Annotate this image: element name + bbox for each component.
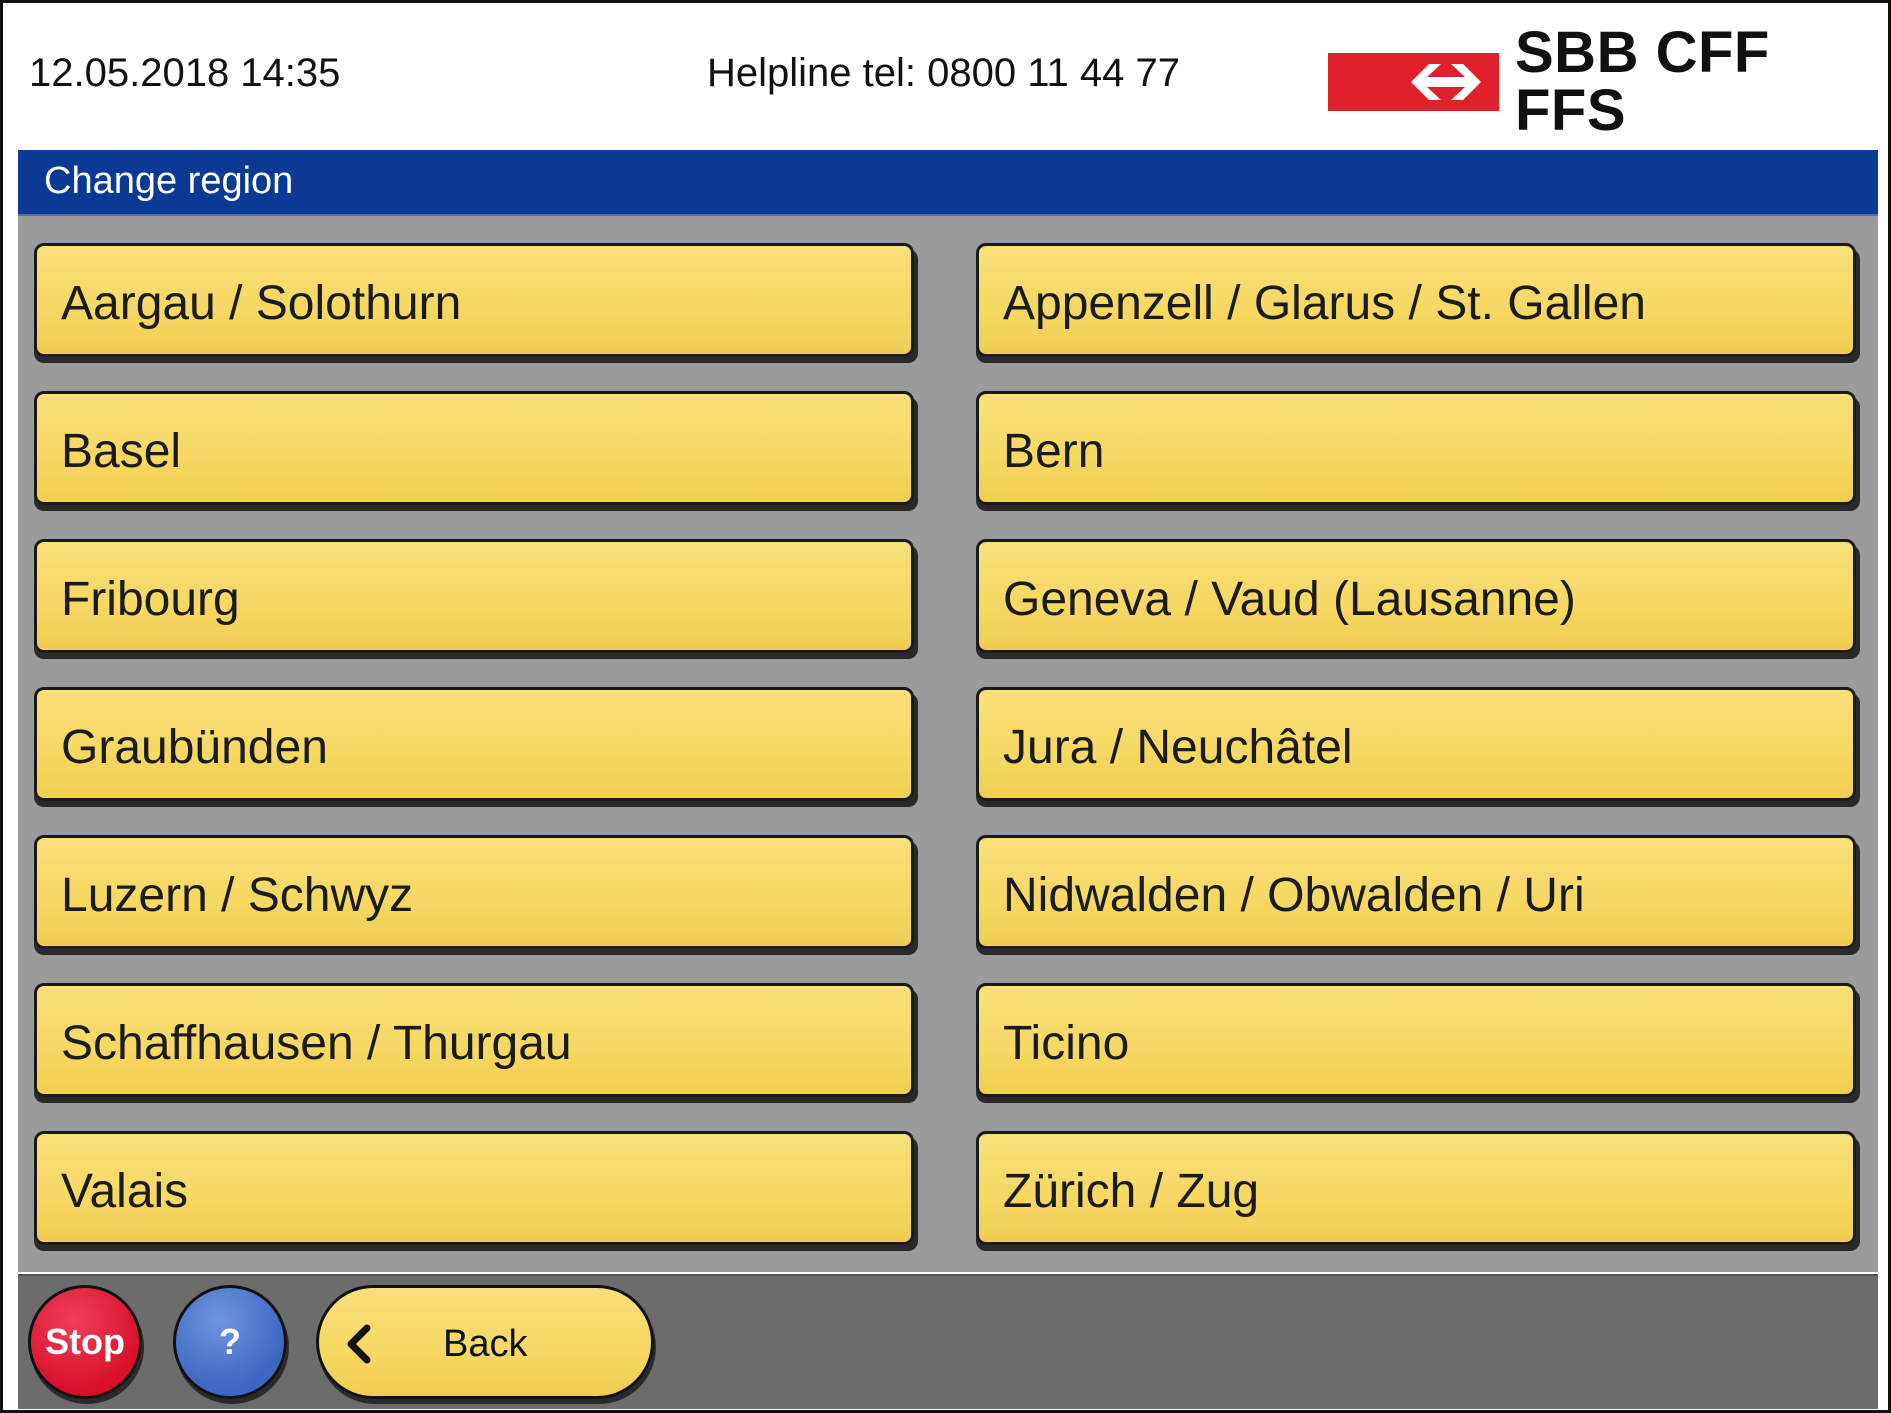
region-label: Appenzell / Glarus / St. Gallen <box>1003 277 1646 330</box>
region-button-appenzell-glarus-stgallen[interactable]: Appenzell / Glarus / St. Gallen <box>976 243 1856 357</box>
region-button-zuerich-zug[interactable]: Zürich / Zug <box>976 1131 1856 1245</box>
region-label: Valais <box>61 1165 189 1218</box>
region-button-basel[interactable]: Basel <box>34 391 914 505</box>
region-button-bern[interactable]: Bern <box>976 391 1856 505</box>
back-button[interactable]: Back <box>316 1285 654 1399</box>
region-button-jura-neuchatel[interactable]: Jura / Neuchâtel <box>976 687 1856 801</box>
datetime: 12.05.2018 14:35 <box>29 51 341 95</box>
back-label: Back <box>443 1323 528 1365</box>
stop-button[interactable]: Stop <box>28 1285 142 1399</box>
region-label: Jura / Neuchâtel <box>1003 721 1353 774</box>
help-label: ? <box>219 1321 241 1362</box>
region-label: Ticino <box>1003 1017 1130 1070</box>
header: 12.05.2018 14:35 Helpline tel: 0800 11 4… <box>3 3 1888 147</box>
region-button-luzern-schwyz[interactable]: Luzern / Schwyz <box>34 835 914 949</box>
region-label: Zürich / Zug <box>1003 1165 1260 1218</box>
page-title: Change region <box>44 160 294 202</box>
region-button-geneva-vaud[interactable]: Geneva / Vaud (Lausanne) <box>976 539 1856 653</box>
region-button-aargau-solothurn[interactable]: Aargau / Solothurn <box>34 243 914 357</box>
sbb-logo: SBB CFF FFS <box>1328 24 1888 140</box>
title-bar: Change region <box>18 150 1878 216</box>
footer-toolbar: Stop ? Back <box>18 1274 1878 1409</box>
help-button[interactable]: ? <box>173 1285 287 1399</box>
region-label: Basel <box>61 425 182 478</box>
region-label: Aargau / Solothurn <box>61 277 462 330</box>
region-button-schaffhausen-thurgau[interactable]: Schaffhausen / Thurgau <box>34 983 914 1097</box>
region-label: Schaffhausen / Thurgau <box>61 1017 572 1070</box>
chevron-left-icon <box>345 1324 373 1369</box>
region-label: Bern <box>1003 425 1105 478</box>
main-area: Change region Aargau / Solothurn Basel F… <box>18 150 1878 1272</box>
region-label: Nidwalden / Obwalden / Uri <box>1003 869 1585 922</box>
region-button-nidwalden-obwalden-uri[interactable]: Nidwalden / Obwalden / Uri <box>976 835 1856 949</box>
region-button-ticino[interactable]: Ticino <box>976 983 1856 1097</box>
stop-label: Stop <box>45 1321 125 1362</box>
region-button-graubuenden[interactable]: Graubünden <box>34 687 914 801</box>
region-label: Graubünden <box>61 721 328 774</box>
region-button-fribourg[interactable]: Fribourg <box>34 539 914 653</box>
region-label: Luzern / Schwyz <box>61 869 414 922</box>
region-button-valais[interactable]: Valais <box>34 1131 914 1245</box>
region-label: Fribourg <box>61 573 240 626</box>
sbb-arrows-icon <box>1328 53 1499 111</box>
region-label: Geneva / Vaud (Lausanne) <box>1003 573 1576 626</box>
kiosk-window: 12.05.2018 14:35 Helpline tel: 0800 11 4… <box>0 0 1891 1413</box>
logo-text: SBB CFF FFS <box>1515 20 1770 143</box>
helpline: Helpline tel: 0800 11 44 77 <box>707 51 1180 95</box>
